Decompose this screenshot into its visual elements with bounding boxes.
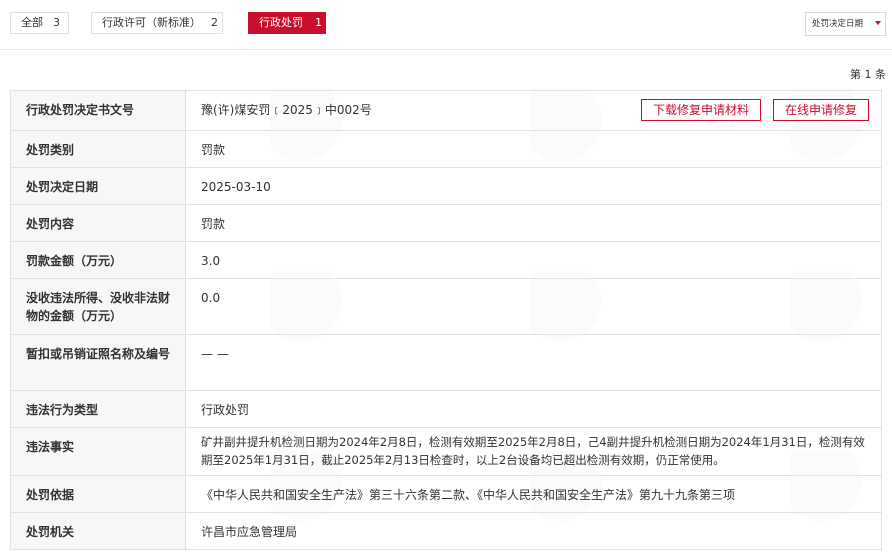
tab-administrative-penalty[interactable]: 行政处罚 1 xyxy=(248,12,326,34)
table-row: 行政处罚决定书文号 豫(许)煤安罚﹝2025﹞中002号 下载修复申请材料 在线… xyxy=(11,91,881,131)
table-row: 罚款金额（万元） 3.0 xyxy=(11,242,881,279)
table-row: 处罚依据 《中华人民共和国安全生产法》第三十六条第二款、《中华人民共和国安全生产… xyxy=(11,476,881,513)
tab-label: 全部 xyxy=(21,16,43,29)
table-row: 违法事实 矿井副井提升机检测日期为2024年2月8日，检测有效期至2025年2月… xyxy=(11,428,881,476)
row-value: 0.0 xyxy=(201,291,221,305)
row-label: 暂扣或吊销证照名称及编号 xyxy=(11,335,186,390)
table-row: 暂扣或吊销证照名称及编号 — — xyxy=(11,335,881,391)
row-value: 罚款 xyxy=(201,143,226,157)
row-label: 处罚类别 xyxy=(11,131,186,167)
action-buttons: 下载修复申请材料 在线申请修复 xyxy=(640,99,869,121)
tab-all[interactable]: 全部 3 xyxy=(10,12,69,34)
table-row: 处罚内容 罚款 xyxy=(11,205,881,242)
caret-down-icon xyxy=(875,21,881,25)
table-row: 处罚机关 许昌市应急管理局 xyxy=(11,513,881,550)
tab-count: 3 xyxy=(53,16,60,29)
table-row: 处罚决定日期 2025-03-10 xyxy=(11,168,881,205)
row-value: 行政处罚 xyxy=(201,403,250,417)
row-label: 违法事实 xyxy=(11,428,186,475)
row-label: 处罚依据 xyxy=(11,476,186,512)
sort-dropdown[interactable]: 处罚决定日期 xyxy=(805,12,886,36)
download-repair-materials-button[interactable]: 下载修复申请材料 xyxy=(640,99,761,121)
penalty-detail-table: 行政处罚决定书文号 豫(许)煤安罚﹝2025﹞中002号 下载修复申请材料 在线… xyxy=(10,90,882,550)
filter-bar: 全部 3 行政许可（新标准） 2 行政处罚 1 处罚决定日期 xyxy=(0,0,892,50)
row-label: 违法行为类型 xyxy=(11,391,186,427)
tab-administrative-permit[interactable]: 行政许可（新标准） 2 xyxy=(91,12,223,34)
record-count: 第 1 条 xyxy=(850,68,886,81)
row-label: 处罚决定日期 xyxy=(11,168,186,204)
row-label: 处罚内容 xyxy=(11,205,186,241)
table-row: 处罚类别 罚款 xyxy=(11,131,881,168)
row-label: 行政处罚决定书文号 xyxy=(11,91,186,130)
tab-label: 行政处罚 xyxy=(259,16,303,29)
table-row: 违法行为类型 行政处罚 xyxy=(11,391,881,428)
row-value: 《中华人民共和国安全生产法》第三十六条第二款、《中华人民共和国安全生产法》第九十… xyxy=(201,488,736,502)
row-label: 没收违法所得、没收非法财物的金额（万元） xyxy=(11,279,186,334)
sort-label: 处罚决定日期 xyxy=(812,19,864,29)
row-label: 处罚机关 xyxy=(11,513,186,549)
row-value: 2025-03-10 xyxy=(201,180,271,194)
row-value: 罚款 xyxy=(201,217,226,231)
row-value: — — xyxy=(201,347,229,361)
table-row: 没收违法所得、没收非法财物的金额（万元） 0.0 xyxy=(11,279,881,335)
row-value: 矿井副井提升机检测日期为2024年2月8日，检测有效期至2025年2月8日，己4… xyxy=(201,435,865,467)
online-repair-application-button[interactable]: 在线申请修复 xyxy=(772,99,869,121)
tab-label: 行政许可（新标准） xyxy=(102,16,201,29)
row-value: 3.0 xyxy=(201,254,221,268)
row-label: 罚款金额（万元） xyxy=(11,242,186,278)
tab-count: 1 xyxy=(315,16,322,29)
row-value: 许昌市应急管理局 xyxy=(201,525,298,539)
tab-count: 2 xyxy=(211,16,218,29)
